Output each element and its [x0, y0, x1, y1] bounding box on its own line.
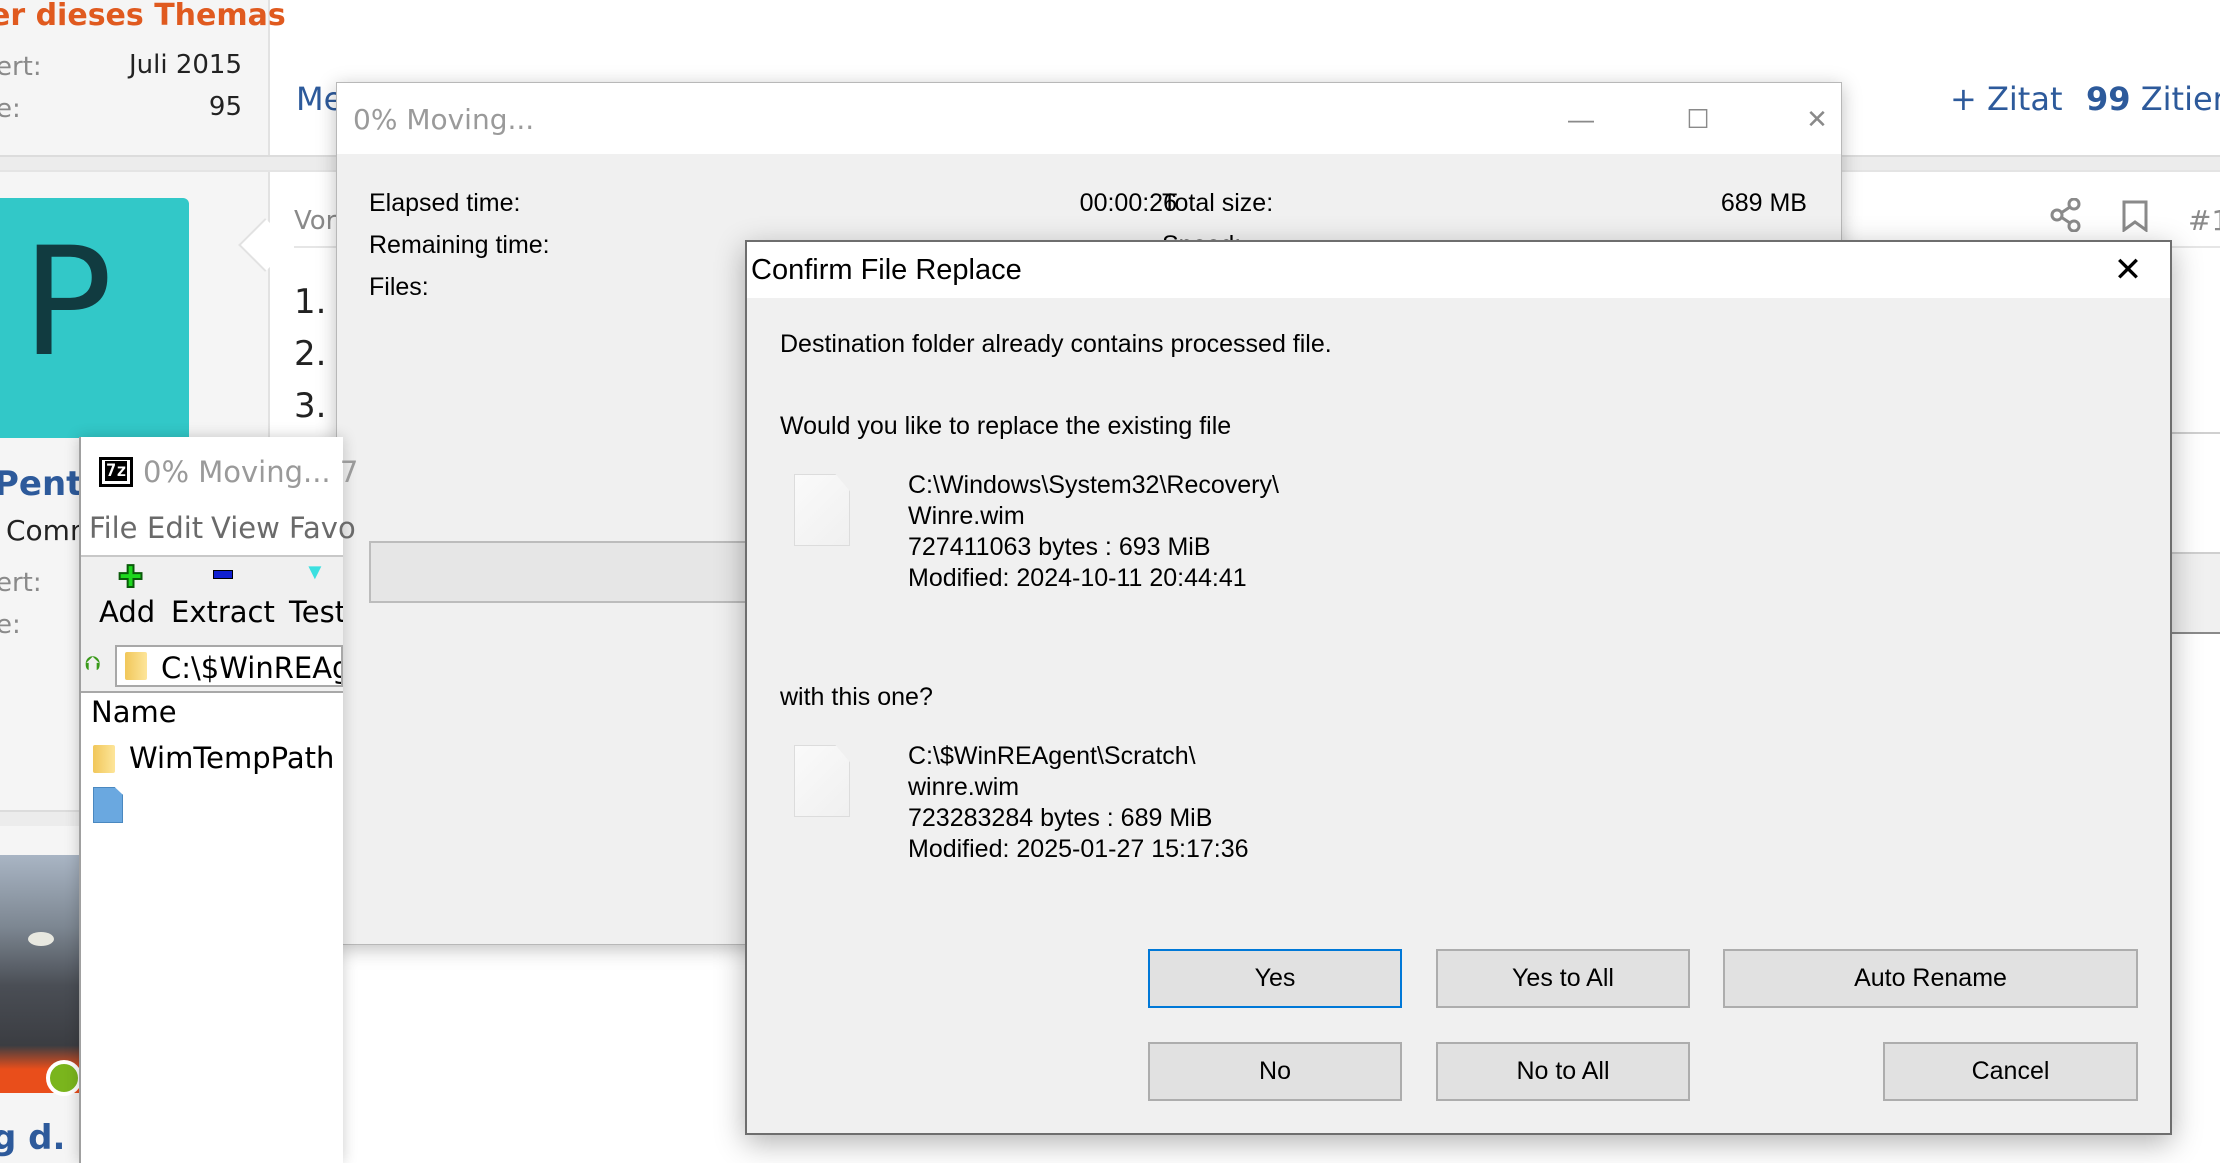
existing-file-info: C:\Windows\System32\Recovery\ Winre.wim …	[908, 470, 1279, 594]
quote-label: Zitiere	[2140, 80, 2220, 118]
stat-value-registered: Juli 2015	[128, 50, 242, 80]
toolbar-extract-button[interactable]: Extract	[165, 557, 275, 643]
stat-label-registered: ert:	[0, 52, 42, 82]
add-icon: ✚	[117, 561, 144, 594]
existing-file-name: Winre.wim	[908, 502, 1025, 530]
stat-label-posts: e:	[0, 94, 21, 124]
post-list-item: 1.	[294, 282, 327, 322]
sevenzip-toolbar: ✚ Add Extract ▼ Test	[81, 555, 343, 643]
test-icon: ▼	[304, 559, 326, 584]
toolbar-test-label: Test	[289, 595, 343, 629]
files-label: Files:	[369, 273, 429, 301]
post-number[interactable]: #1	[2188, 204, 2220, 237]
dialog-title: Confirm File Replace	[751, 254, 1022, 286]
address-text: C:\$WinREAg	[161, 651, 343, 685]
folder-icon	[125, 652, 147, 680]
existing-file-size: 727411063 bytes : 693 MiB	[908, 533, 1211, 561]
existing-file-modified: Modified: 2024-10-11 20:44:41	[908, 564, 1247, 592]
toolbar-extract-label: Extract	[171, 595, 275, 629]
address-input[interactable]: C:\$WinREAg	[115, 645, 343, 687]
new-file-modified: Modified: 2025-01-27 15:17:36	[908, 835, 1249, 863]
file-name: WimTempPath	[129, 741, 335, 775]
elapsed-time-label: Elapsed time:	[369, 189, 521, 217]
new-file-name: winre.wim	[908, 773, 1020, 801]
share-icon[interactable]	[2050, 197, 2082, 241]
existing-file-icon	[794, 474, 850, 546]
yes-button[interactable]: Yes	[1148, 949, 1402, 1008]
no-to-all-button[interactable]: No to All	[1436, 1042, 1690, 1101]
auto-rename-button[interactable]: Auto Rename	[1723, 949, 2138, 1008]
toolbar-add-label: Add	[99, 595, 156, 629]
new-file-size: 723283284 bytes : 689 MiB	[908, 804, 1213, 832]
menu-edit[interactable]: Edit	[147, 511, 203, 545]
post-header-rule	[2172, 246, 2220, 248]
minimize-icon: —	[1568, 104, 1594, 134]
toolbar-test-button[interactable]: ▼ Test	[279, 557, 343, 643]
folder-up-icon[interactable]: ⮉	[85, 653, 100, 676]
total-size-label: Total size:	[1162, 189, 1274, 217]
quote-icon: 99	[2086, 80, 2131, 118]
quote-add-button[interactable]: + Zitat	[1950, 80, 2063, 118]
column-header-name[interactable]: Name	[91, 695, 177, 729]
yes-to-all-button[interactable]: Yes to All	[1436, 949, 1690, 1008]
close-button[interactable]: ✕	[2103, 248, 2153, 292]
new-file-info: C:\$WinREAgent\Scratch\ winre.wim 723283…	[908, 741, 1249, 865]
post-preface: Vor	[294, 206, 337, 236]
bookmark-icon[interactable]	[2122, 200, 2148, 241]
close-icon: ✕	[2113, 251, 2143, 289]
forum-sidebar-top: er dieses Themas ert: Juli 2015 e: 95	[0, 0, 286, 155]
user-stat-label-registered: ert:	[0, 568, 42, 598]
online-badge-icon	[46, 1060, 82, 1096]
remaining-time-label: Remaining time:	[369, 231, 550, 259]
avatar-2-detail	[28, 932, 54, 946]
user-stat-label-posts: e:	[0, 610, 21, 640]
existing-file-path: C:\Windows\System32\Recovery\	[908, 471, 1279, 499]
with-label: with this one?	[780, 683, 933, 711]
avatar[interactable]: P	[0, 198, 189, 438]
close-icon: ✕	[1806, 104, 1828, 134]
folder-icon	[93, 745, 115, 773]
avatar-letter: P	[22, 216, 113, 390]
sevenzip-addressbar: ⮉ C:\$WinREAg	[81, 641, 343, 693]
menu-view[interactable]: View	[211, 511, 280, 545]
quote-button[interactable]: 99 Zitiere	[2086, 80, 2220, 118]
confirm-titlebar[interactable]: Confirm File Replace ✕	[747, 242, 2170, 298]
moving-window-title: 0% Moving...	[353, 103, 535, 136]
menu-file[interactable]: File	[89, 511, 138, 545]
sevenzip-logo-icon: 7z	[99, 457, 133, 487]
elapsed-time-value: 00:00:26	[1079, 189, 1177, 217]
close-button[interactable]: ✕	[1782, 97, 1852, 141]
new-file-icon	[794, 745, 850, 817]
file-icon[interactable]	[93, 787, 123, 823]
topic-header: er dieses Themas	[0, 0, 286, 33]
cancel-button[interactable]: Cancel	[1883, 1042, 2138, 1101]
stat-value-posts: 95	[208, 92, 242, 122]
sevenzip-title: 0% Moving... 7	[143, 455, 359, 489]
page-rule	[2172, 432, 2220, 434]
dialog-message: Destination folder already contains proc…	[780, 330, 1332, 358]
sevenzip-window: 7z 0% Moving... 7 File Edit View Favo ✚ …	[79, 437, 358, 1163]
menu-favorites[interactable]: Favo	[289, 511, 356, 545]
maximize-button[interactable]: ☐	[1663, 97, 1733, 141]
dialog-question: Would you like to replace the existing f…	[780, 412, 1232, 440]
maximize-icon: ☐	[1686, 104, 1710, 134]
moving-titlebar[interactable]: 0% Moving... — ☐ ✕	[337, 83, 1841, 154]
new-file-path: C:\$WinREAgent\Scratch\	[908, 742, 1196, 770]
page-band	[2172, 552, 2220, 634]
no-button[interactable]: No	[1148, 1042, 1402, 1101]
confirm-file-replace-dialog: Confirm File Replace ✕ Destination folde…	[745, 240, 2172, 1135]
avatar-2[interactable]	[0, 855, 80, 1093]
file-list-row[interactable]: WimTempPath	[81, 737, 343, 781]
minimize-button[interactable]: —	[1546, 97, 1616, 141]
toolbar-add-button[interactable]: ✚ Add	[81, 557, 161, 643]
extract-icon	[213, 570, 233, 579]
total-size-value: 689 MB	[1720, 189, 1807, 217]
post-list-item: 3.	[294, 386, 327, 426]
post-list-item: 2.	[294, 334, 327, 374]
